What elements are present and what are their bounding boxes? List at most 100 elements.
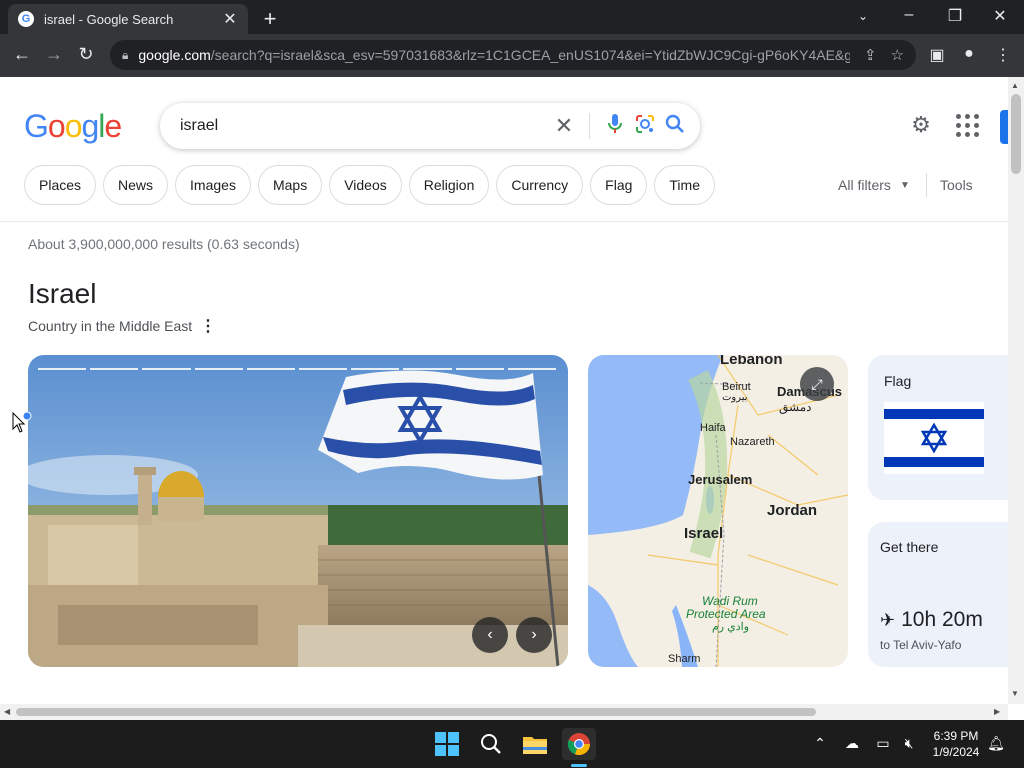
map-label-damascus-ar: دمشق [779, 400, 812, 414]
map-label-wadi-rum-ar: وادي رم [712, 621, 750, 633]
filter-divider [926, 173, 927, 197]
new-tab-icon[interactable]: + [258, 6, 282, 32]
bookmark-star-icon[interactable]: ☆ [891, 46, 904, 64]
israel-flag-image [884, 402, 984, 474]
scroll-down-icon[interactable]: ▼ [1011, 689, 1019, 698]
travel-duration: ✈ 10h 20m [880, 608, 983, 632]
system-clock[interactable]: 6:39 PM 1/9/2024 [928, 728, 984, 760]
forward-icon[interactable]: → [42, 44, 66, 65]
flight-duration: 10h 20m [901, 608, 983, 631]
url-text[interactable]: google.com/search?q=israel&sca_esv=59703… [138, 47, 850, 63]
scroll-left-icon[interactable]: ◀ [4, 707, 10, 716]
windows-start-icon[interactable] [430, 728, 464, 760]
scroll-up-icon[interactable]: ▲ [1011, 81, 1019, 90]
clock-date: 1/9/2024 [932, 745, 980, 759]
notifications-bell-icon[interactable]: 🔔︎ [986, 735, 1006, 752]
google-lens-icon[interactable] [630, 113, 660, 140]
chip-places[interactable]: Places [24, 165, 97, 205]
microphone-icon[interactable] [600, 113, 630, 140]
carousel-progress-segment [90, 368, 139, 370]
get-there-label: Get there [880, 539, 939, 555]
dropdown-arrow-icon[interactable]: ▼ [900, 180, 910, 191]
knowledge-panel-title: Israel [28, 278, 97, 309]
tools-button[interactable]: Tools [940, 177, 973, 193]
sign-in-button[interactable] [1000, 110, 1008, 144]
reload-icon[interactable]: ↻ [74, 44, 98, 65]
scroll-right-icon[interactable]: ▶ [994, 707, 1000, 716]
tab-title: israel - Google Search [44, 11, 174, 27]
map-label-lebanon: Lebanon [720, 355, 783, 368]
carousel-progress [38, 368, 557, 370]
carousel-progress-segment [351, 368, 400, 370]
result-stats: About 3,900,000,000 results (0.63 second… [28, 236, 300, 252]
get-there-card[interactable]: Get there ✈ 10h 20m to Tel Aviv-Yafo [868, 522, 1008, 667]
tab-search-chevron-icon[interactable]: ⌄ [851, 9, 875, 23]
map-label-wadi-rum: Wadi Rum [702, 594, 758, 608]
carousel-next-button[interactable]: › [516, 617, 552, 653]
header-divider [0, 221, 1008, 222]
chrome-taskbar-icon[interactable] [562, 728, 596, 760]
file-explorer-icon[interactable] [518, 728, 552, 760]
browser-title-bar: G israel - Google Search ✕ + ⌄ – ❐ ✕ [0, 0, 1024, 34]
windows-taskbar: ⌃ ☁ ▭ 🔇︎ 6:39 PM 1/9/2024 🔔︎ [0, 720, 1024, 768]
map-label-haifa: Haifa [700, 422, 726, 434]
search-box[interactable]: israel ✕ [160, 103, 700, 149]
travel-destination: to Tel Aviv-Yafo [880, 638, 962, 652]
volume-muted-icon[interactable]: 🔇︎ [899, 735, 919, 752]
map-label-jordan: Jordan [767, 502, 818, 519]
flag-card-label: Flag [884, 373, 912, 389]
chip-videos[interactable]: Videos [329, 165, 402, 205]
show-hidden-icons-icon[interactable]: ⌃ [810, 735, 830, 752]
carousel-progress-segment [299, 368, 348, 370]
search-input[interactable]: israel [180, 117, 549, 135]
map-expand-button[interactable]: ⤢ [800, 367, 834, 401]
minimize-icon[interactable]: – [897, 6, 921, 24]
settings-gear-icon[interactable]: ⚙ [908, 112, 934, 138]
active-app-indicator [571, 764, 587, 767]
chip-news[interactable]: News [103, 165, 169, 205]
clear-icon[interactable]: ✕ [549, 113, 579, 139]
google-apps-icon[interactable] [956, 114, 980, 138]
address-bar[interactable]: 🔒︎ google.com/search?q=israel&sca_esv=59… [110, 40, 916, 70]
share-icon[interactable]: ⇪ [864, 46, 877, 64]
google-logo[interactable]: Google [24, 108, 122, 145]
back-icon[interactable]: ← [10, 44, 34, 65]
chip-currency[interactable]: Currency [496, 165, 584, 205]
network-off-icon[interactable]: ☁ [842, 735, 862, 752]
map-label-beirut-ar: بيروت [722, 392, 748, 403]
airplane-icon: ✈ [880, 609, 896, 630]
horizontal-scroll-thumb[interactable] [16, 708, 816, 716]
restore-icon[interactable]: ❐ [943, 6, 967, 26]
vertical-scroll-thumb[interactable] [1011, 94, 1021, 174]
side-panel-icon[interactable]: ▣ [926, 45, 948, 65]
chip-flag[interactable]: Flag [590, 165, 648, 205]
carousel-progress-segment [142, 368, 191, 370]
carousel-progress-segment [455, 368, 504, 370]
map-label-protected-area: Protected Area [686, 607, 766, 621]
display-icon[interactable]: ▭ [873, 735, 893, 752]
profile-icon[interactable]: ● [958, 45, 980, 63]
tab-close-icon[interactable]: ✕ [222, 9, 238, 29]
clock-time: 6:39 PM [933, 729, 979, 743]
map-label-israel: Israel [684, 525, 724, 542]
chrome-menu-icon[interactable]: ⋮ [992, 45, 1014, 65]
search-icon[interactable] [660, 114, 690, 139]
israel-image-carousel[interactable]: ‹ › [28, 355, 568, 667]
more-options-icon[interactable]: ⋮ [200, 316, 216, 336]
flag-card[interactable]: Flag [868, 355, 1008, 500]
taskbar-search-icon[interactable] [474, 728, 508, 760]
window-close-icon[interactable]: ✕ [988, 6, 1012, 26]
carousel-progress-segment [38, 368, 87, 370]
chip-religion[interactable]: Religion [408, 165, 490, 205]
map-label-jerusalem: Jerusalem [688, 472, 753, 487]
browser-tab[interactable]: G israel - Google Search ✕ [8, 4, 248, 34]
chip-maps[interactable]: Maps [257, 165, 323, 205]
israel-map[interactable]: Lebanon Beirut بيروت Damascus دمشق Haifa… [588, 355, 848, 667]
browser-toolbar: ← → ↻ 🔒︎ google.com/search?q=israel&sca_… [0, 34, 1024, 77]
horizontal-scrollbar[interactable]: ◀ ▶ [0, 704, 1008, 720]
carousel-prev-button[interactable]: ‹ [472, 617, 508, 653]
all-filters-button[interactable]: All filters [838, 177, 891, 193]
chip-time[interactable]: Time [654, 165, 715, 205]
vertical-scrollbar[interactable]: ▲ ▼ [1008, 77, 1024, 704]
chip-images[interactable]: Images [175, 165, 251, 205]
